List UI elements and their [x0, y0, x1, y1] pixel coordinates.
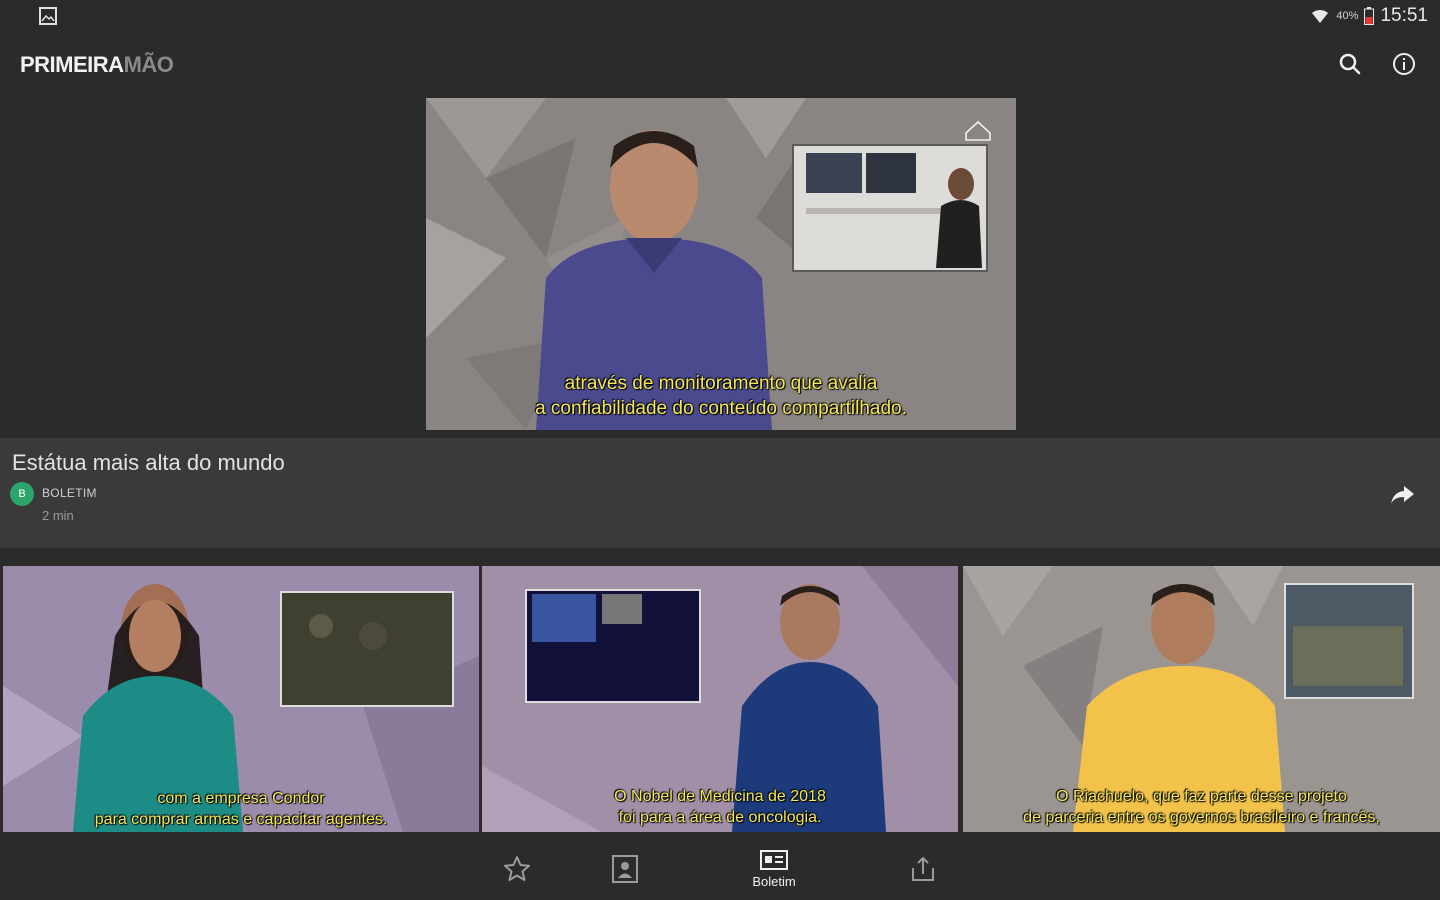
video-duration: 2 min [42, 508, 74, 523]
thumbnail-subtitle-line-2: de parceria entre os governos brasileiro… [1023, 809, 1380, 826]
search-button[interactable] [1334, 48, 1366, 80]
featured-video-player[interactable]: através de monitoramento que avalia a co… [426, 98, 1016, 430]
gallery-notification-icon [39, 7, 57, 25]
nav-profile[interactable] [585, 848, 665, 896]
thumbnail-subtitle-line-1: O Riachuelo, que faz parte desse projeto [1056, 788, 1347, 805]
thumbnail-subtitle-line-1: com a empresa Condor [157, 790, 325, 807]
video-thumbnail[interactable]: com a empresa Condor para comprar armas … [3, 566, 479, 832]
battery-percent: 40% [1336, 10, 1359, 22]
clock: 15:51 [1380, 5, 1428, 26]
share-button[interactable] [1388, 480, 1416, 508]
share-tray-icon [912, 856, 934, 881]
video-thumbnail[interactable]: O Nobel de Medicina de 2018 foi para a á… [482, 566, 958, 832]
status-bar: 40% 15:51 [0, 0, 1440, 32]
contact-card-icon [612, 855, 638, 883]
featured-subtitle-line-1: através de monitoramento que avalia [564, 373, 878, 394]
news-card-icon [760, 850, 788, 870]
app-bar: PRIMEIRAMÃO [0, 32, 1440, 96]
video-info-panel: Estátua mais alta do mundo B BOLETIM 2 m… [0, 438, 1440, 548]
thumbnail-subtitle-line-1: O Nobel de Medicina de 2018 [614, 788, 826, 805]
video-title: Estátua mais alta do mundo [12, 450, 285, 475]
wifi-icon [1312, 9, 1329, 23]
nav-favorites[interactable] [477, 848, 557, 896]
nav-share[interactable] [883, 848, 963, 896]
app-logo: PRIMEIRAMÃO [20, 52, 174, 77]
share-arrow-icon [1391, 486, 1414, 504]
nav-boletim-label: Boletim [752, 874, 796, 889]
nav-boletim[interactable]: Boletim [734, 848, 814, 896]
battery-icon [1364, 7, 1375, 25]
featured-subtitle-line-2: a confiabilidade do conteúdo compartilha… [535, 398, 907, 419]
search-icon [1339, 53, 1361, 75]
thumbnail-subtitle-line-2: foi para a área de oncologia. [618, 809, 822, 826]
bottom-navigation: Boletim [0, 838, 1440, 900]
star-icon [504, 856, 530, 881]
info-icon [1393, 53, 1415, 75]
thumbnail-subtitle-line-2: para comprar armas e capacitar agentes. [94, 811, 388, 828]
channel-avatar: B [10, 482, 34, 506]
video-thumbnail[interactable]: O Riachuelo, que faz parte desse projeto… [963, 566, 1440, 832]
info-button[interactable] [1388, 48, 1420, 80]
channel-name: BOLETIM [42, 486, 97, 500]
